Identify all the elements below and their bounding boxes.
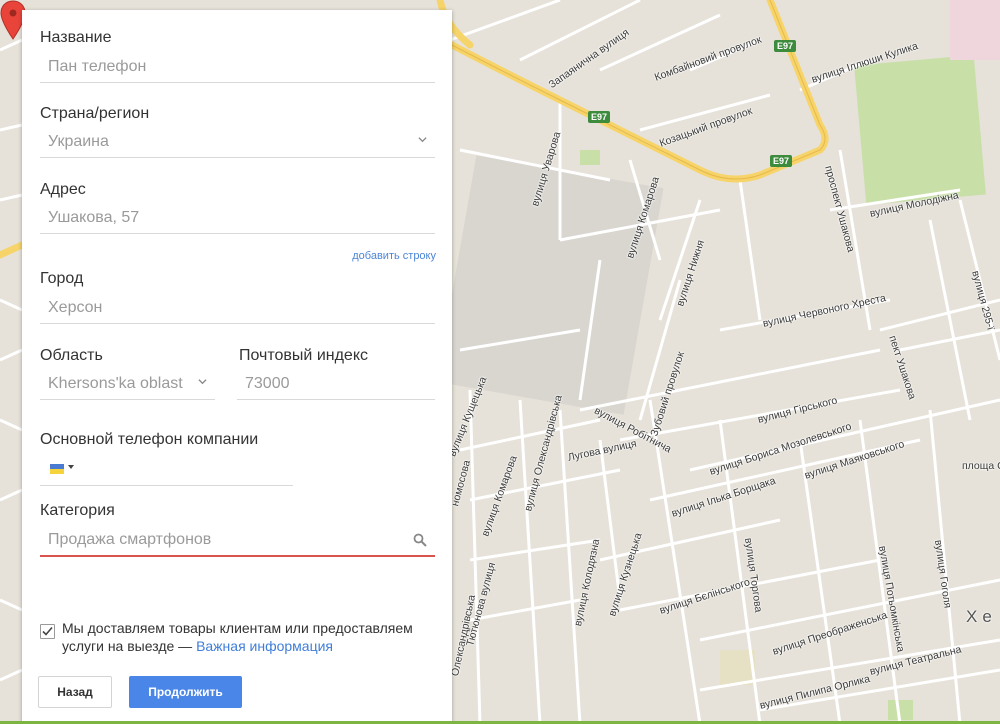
business-form-panel: Название Пан телефон Страна/регион Украи… — [22, 10, 452, 724]
address-value: Ушакова, 57 — [48, 209, 140, 226]
city-label: Хе — [966, 607, 997, 626]
route-shield: E97 — [588, 111, 611, 123]
city-value: Херсон — [48, 299, 103, 316]
phone-input[interactable] — [40, 455, 293, 486]
postal-input[interactable]: 73000 — [237, 369, 435, 400]
street-label: площа С — [962, 460, 1000, 472]
back-button[interactable]: Назад — [38, 676, 112, 708]
category-value: Продажа смартфонов — [48, 531, 212, 548]
name-input[interactable]: Пан телефон — [40, 52, 435, 83]
category-label: Категория — [40, 502, 115, 519]
postal-value: 73000 — [245, 375, 290, 392]
name-placeholder: Пан телефон — [48, 58, 147, 75]
city-input[interactable]: Херсон — [40, 293, 435, 324]
region-select[interactable]: Khersons'ka oblast — [40, 369, 215, 400]
ukraine-flag-icon[interactable] — [50, 464, 64, 474]
chevron-down-icon — [198, 379, 207, 385]
name-label: Название — [40, 29, 112, 46]
chevron-down-icon — [418, 137, 427, 143]
search-icon[interactable] — [413, 533, 427, 547]
address-label: Адрес — [40, 181, 86, 198]
checkmark-icon — [42, 626, 53, 636]
address-input[interactable]: Ушакова, 57 — [40, 203, 435, 234]
route-shield: E97 — [774, 40, 797, 52]
phone-label: Основной телефон компании — [40, 431, 259, 448]
city-label: Город — [40, 270, 84, 287]
delivery-text: Мы доставляем товары клиентам или предос… — [62, 619, 437, 655]
caret-down-icon[interactable] — [68, 465, 74, 469]
delivery-checkbox[interactable] — [40, 624, 55, 639]
region-value: Khersons'ka oblast — [48, 375, 183, 392]
continue-button[interactable]: Продолжить — [129, 676, 242, 708]
country-label: Страна/регион — [40, 105, 150, 122]
postal-label: Почтовый индекс — [239, 347, 368, 364]
category-input[interactable]: Продажа смартфонов — [40, 525, 435, 557]
country-value: Украина — [48, 133, 109, 150]
country-select[interactable]: Украина — [40, 127, 435, 158]
region-label: Область — [40, 347, 103, 364]
important-info-link[interactable]: Важная информация — [196, 638, 333, 654]
route-shield: E97 — [770, 155, 793, 167]
add-address-line-link[interactable]: добавить строку — [352, 250, 436, 262]
